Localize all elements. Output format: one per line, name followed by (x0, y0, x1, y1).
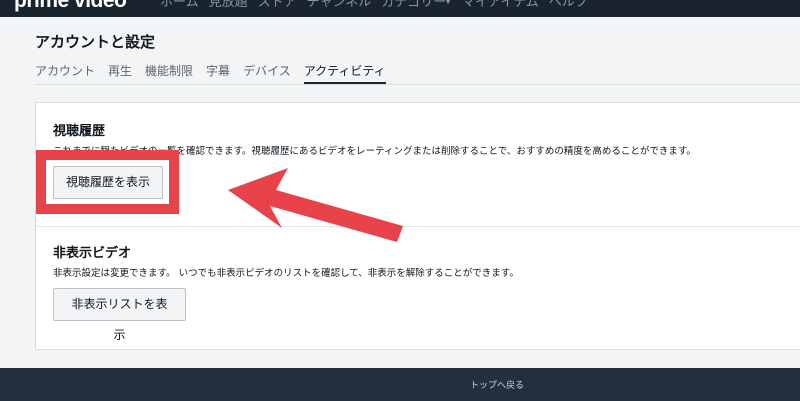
footer-bar: トップへ戻る (0, 368, 800, 401)
back-to-top-link[interactable]: トップへ戻る (470, 378, 524, 391)
annotation-arrow (228, 168, 403, 242)
